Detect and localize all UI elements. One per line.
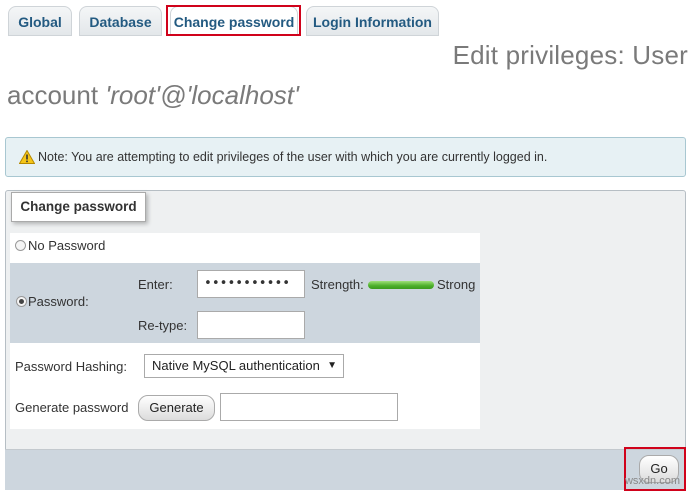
strength-meter bbox=[368, 281, 434, 289]
generated-password-input[interactable] bbox=[220, 393, 398, 421]
page-title-account: 'root'@'localhost' bbox=[105, 80, 299, 110]
retype-label: Re-type: bbox=[138, 318, 188, 333]
generate-button[interactable]: Generate bbox=[138, 395, 215, 421]
fieldset-legend: Change password bbox=[11, 192, 146, 222]
hashing-select[interactable]: Native MySQL authentication ▼ bbox=[144, 354, 344, 378]
password-radio[interactable] bbox=[16, 296, 27, 307]
highlight-box-tab bbox=[166, 5, 301, 36]
tab-global[interactable]: Global bbox=[8, 6, 72, 36]
warning-icon bbox=[19, 150, 35, 164]
strength-value: Strong bbox=[437, 277, 476, 292]
notice-box: Note: You are attempting to edit privile… bbox=[5, 137, 686, 177]
page-title-prefix: account bbox=[7, 80, 106, 110]
no-password-label: No Password bbox=[28, 238, 106, 253]
generate-label: Generate password bbox=[15, 400, 129, 415]
strength-label: Strength: bbox=[311, 277, 364, 292]
tab-database[interactable]: Database bbox=[79, 6, 162, 36]
watermark: wsxdn.com bbox=[624, 475, 680, 487]
tab-login-information[interactable]: Login Information bbox=[306, 6, 439, 36]
notice-text: Note: You are attempting to edit privile… bbox=[38, 150, 548, 164]
chevron-down-icon: ▼ bbox=[327, 360, 337, 371]
password-enter-input[interactable]: ••••••••••• bbox=[197, 270, 305, 298]
password-retype-input[interactable] bbox=[197, 311, 305, 339]
hashing-label: Password Hashing: bbox=[15, 359, 127, 374]
form-footer bbox=[5, 449, 686, 490]
hashing-selected: Native MySQL authentication bbox=[152, 358, 320, 373]
page-title-line2: account 'root'@'localhost' bbox=[7, 80, 299, 111]
no-password-radio[interactable] bbox=[15, 240, 26, 251]
enter-label: Enter: bbox=[138, 277, 173, 292]
password-label: Password: bbox=[28, 294, 89, 309]
page-title-line1: Edit privileges: User bbox=[452, 40, 688, 70]
